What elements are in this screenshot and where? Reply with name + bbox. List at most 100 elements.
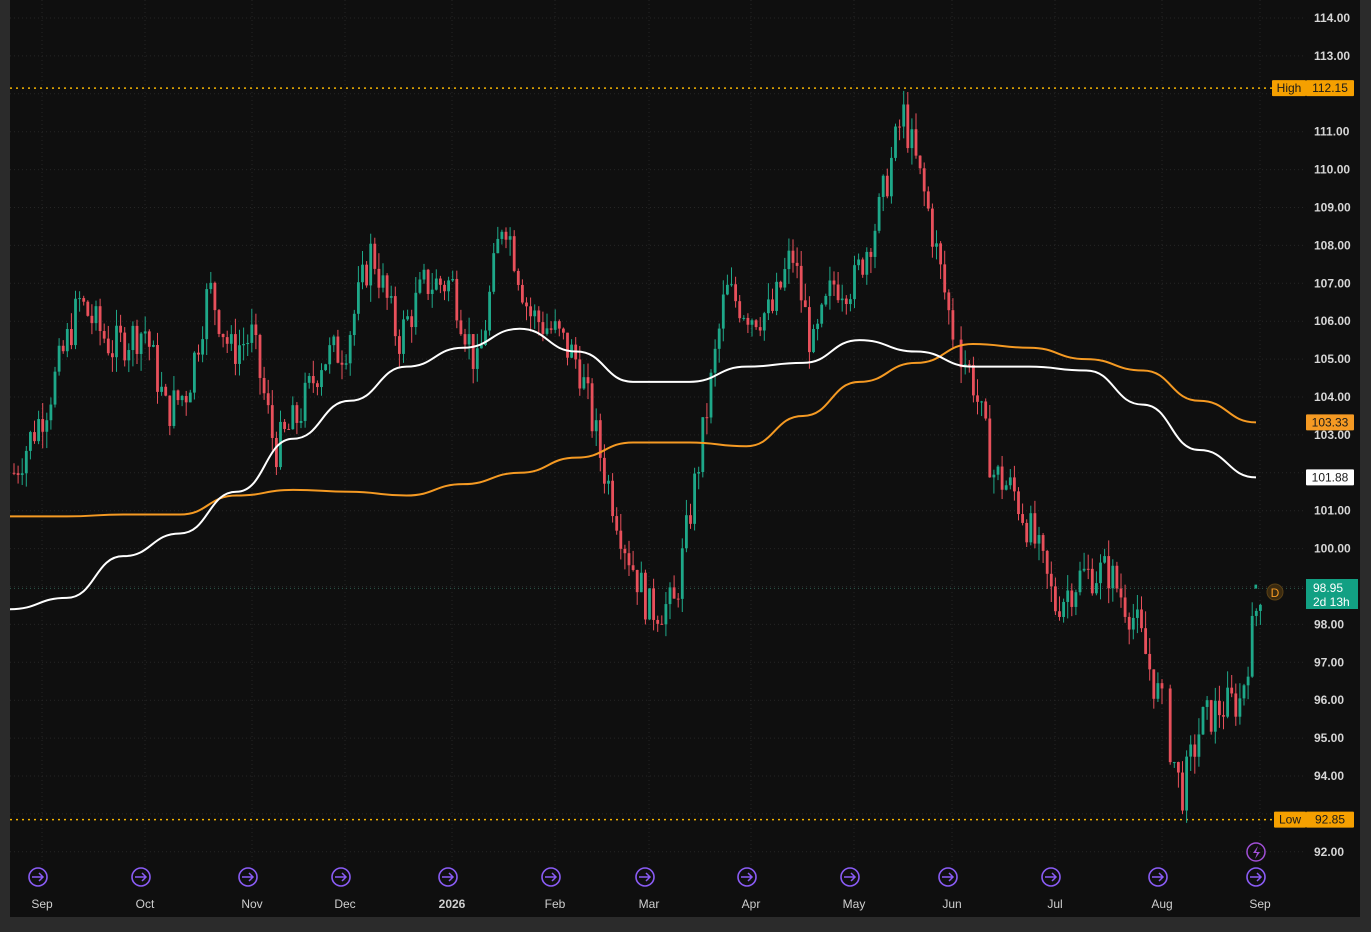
candle-down [1123, 597, 1127, 617]
candle-up [406, 316, 409, 320]
event-icons[interactable] [28, 842, 1266, 887]
candle-up [1037, 535, 1041, 544]
candle-up [1185, 756, 1188, 811]
candle-up [853, 265, 856, 300]
candle-down [398, 336, 401, 354]
candle-down [619, 530, 623, 549]
candle-down [311, 376, 315, 384]
event-arrow-icon[interactable] [938, 867, 958, 887]
candle-down [156, 344, 159, 392]
candle-up [434, 278, 438, 290]
candle-up [857, 259, 860, 266]
candle-down [1058, 611, 1061, 617]
time-tick-label: Sep [1249, 897, 1271, 911]
candle-down [33, 432, 36, 442]
candle-up [1226, 687, 1229, 717]
candle-up [348, 335, 352, 364]
time-axis[interactable]: Sep Oct Nov Dec 2026 Feb Mar Apr May Jun Jul Aug Sep [31, 897, 1271, 911]
candle-down [1152, 669, 1156, 699]
candle-up [820, 304, 824, 324]
candle-down [1049, 573, 1053, 587]
event-arrow-icon[interactable] [331, 867, 351, 887]
price-axis[interactable]: 114.00 113.00 111.00 110.00 109.00 108.00 107.… [1314, 11, 1351, 859]
candle-down [90, 315, 94, 324]
candle-up [361, 264, 364, 283]
candle-up [639, 572, 643, 593]
candle-up [1254, 610, 1258, 616]
candle-down [1070, 590, 1074, 607]
candle-down [336, 336, 340, 363]
chart-area[interactable]: 114.00 113.00 111.00 110.00 109.00 108.00 107.… [10, 0, 1360, 917]
candle-down [197, 352, 200, 355]
event-arrow-icon[interactable] [1148, 867, 1168, 887]
candle-up [910, 129, 914, 149]
candle-down [1230, 687, 1234, 694]
candle-up [545, 328, 549, 334]
candle-up [607, 480, 610, 484]
event-arrow-icon[interactable] [737, 867, 757, 887]
candle-up [94, 306, 98, 324]
candle-down [221, 333, 225, 338]
price-chart[interactable]: 114.00 113.00 111.00 110.00 109.00 108.00 107.… [10, 0, 1360, 917]
candle-up [246, 342, 250, 345]
candle-up [238, 345, 241, 364]
event-arrow-icon[interactable] [635, 867, 655, 887]
candle-down [295, 405, 299, 423]
candle-up [328, 345, 332, 365]
candle-up [303, 382, 307, 421]
candle-up [701, 417, 705, 473]
candle-up [369, 243, 373, 286]
high-label-tag: High [1272, 80, 1306, 97]
candle-down [102, 331, 106, 339]
candle-down [939, 243, 942, 265]
price-tick-label: 95.00 [1314, 731, 1344, 745]
candle-down [471, 334, 475, 369]
event-arrow-icon[interactable] [28, 867, 48, 887]
candle-down [61, 345, 65, 352]
candle-down [410, 316, 414, 328]
candle-down [738, 301, 742, 319]
price-tick-label: 108.00 [1314, 238, 1351, 252]
candle-up [172, 390, 176, 426]
event-arrow-icon[interactable] [438, 867, 458, 887]
candle-up [890, 157, 893, 197]
price-tick-label: 98.00 [1314, 617, 1344, 631]
candle-down [1045, 550, 1049, 574]
candle-down [521, 284, 524, 303]
event-arrow-icon[interactable] [1041, 867, 1061, 887]
event-arrow-icon[interactable] [131, 867, 151, 887]
candle-down [771, 299, 774, 311]
candle-down [644, 572, 647, 620]
candle-up [730, 284, 733, 286]
candle-down [340, 362, 344, 365]
candle-up [324, 364, 327, 371]
event-arrow-icon[interactable] [238, 867, 258, 887]
candle-up [873, 230, 877, 257]
candle-up [402, 319, 405, 354]
candle-down [123, 332, 127, 361]
candle-up [447, 280, 450, 292]
event-arrow-icon[interactable] [840, 867, 860, 887]
candle-down [82, 298, 86, 302]
candle-up [193, 352, 196, 393]
candle-down [652, 588, 655, 620]
candle-up [20, 473, 24, 475]
candle-down [586, 377, 590, 384]
high-low-lines [10, 87, 1306, 821]
candle-up [1103, 556, 1106, 563]
candle-down [1144, 628, 1147, 654]
event-arrow-icon[interactable] [541, 867, 561, 887]
candle-down [385, 275, 389, 298]
candle-down [590, 383, 594, 432]
time-tick-label: Feb [545, 897, 566, 911]
candle-up [1136, 609, 1139, 618]
candle-down [512, 236, 516, 271]
candle-up [430, 289, 434, 294]
event-arrow-icon[interactable] [1246, 867, 1266, 887]
candle-down [439, 278, 442, 285]
candle-up [750, 320, 754, 325]
candle-up [37, 419, 40, 442]
candle-up [1078, 570, 1082, 593]
candle-down [41, 419, 45, 432]
candle-down [262, 377, 266, 394]
